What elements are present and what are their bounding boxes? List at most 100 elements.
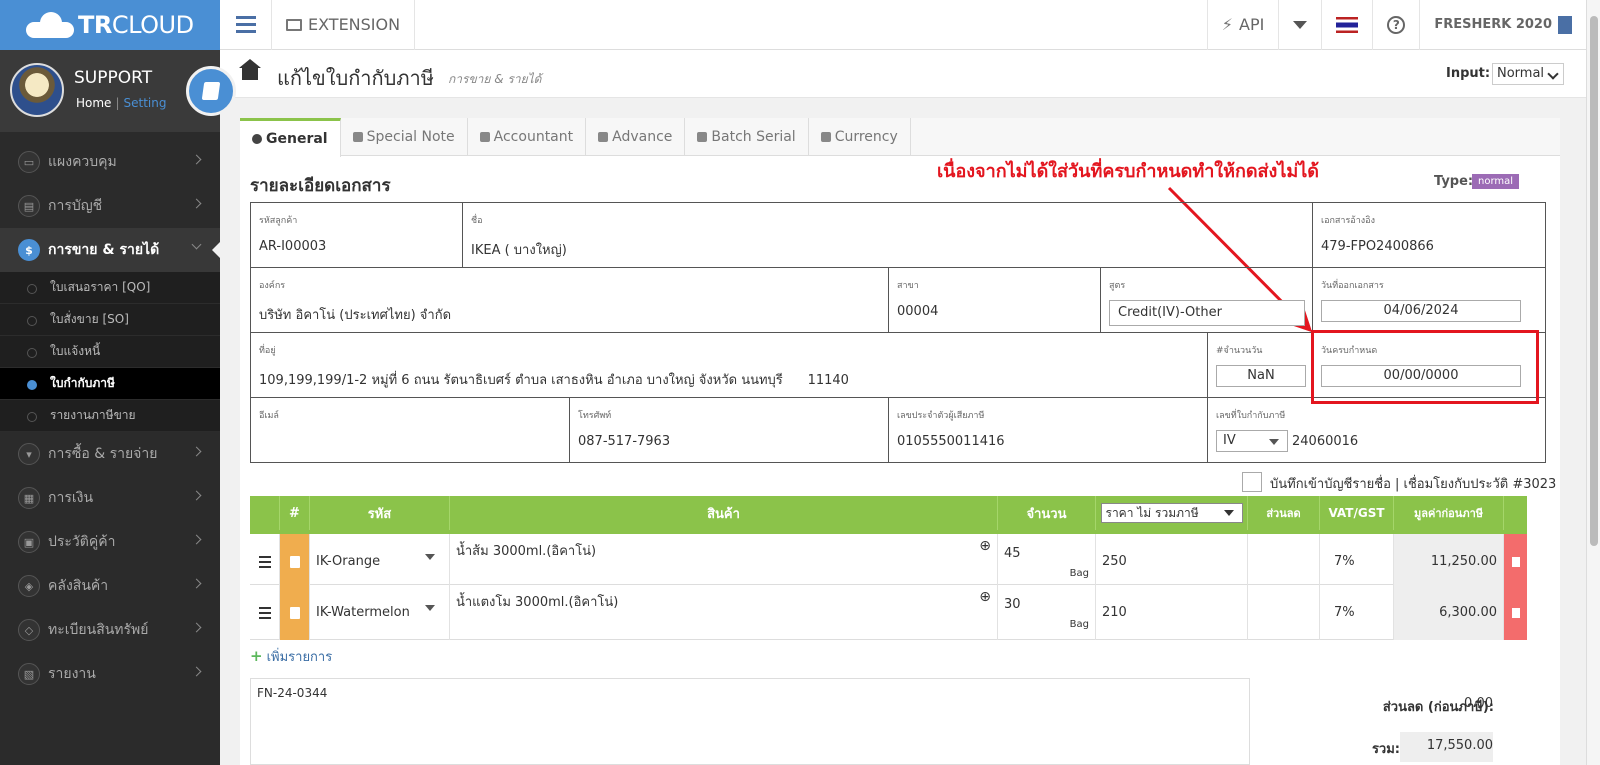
submenu-item-sales-order[interactable]: ใบสั่งขาย [SO] bbox=[0, 304, 220, 336]
header-price-mode-cell: ราคา ไม่ รวมภาษี bbox=[1096, 496, 1248, 530]
invoice-number-cell: เลขที่ใบกำกับภาษี IV 24060016 bbox=[1208, 398, 1546, 463]
item-description: น้ำแตงโม 3000ml.(อิคาโน่) bbox=[456, 595, 619, 610]
sidebar-item-reports[interactable]: ▧ รายงาน bbox=[0, 652, 220, 696]
setting-link[interactable]: Setting bbox=[123, 96, 166, 110]
menu-toggle-button[interactable] bbox=[220, 0, 272, 50]
organization-cell: องค์กร บริษัท อิคาโน่ (ประเทศไทย) จำกัด bbox=[251, 268, 889, 333]
save-contact-label: บันทึกเข้าบัญชีรายชื่อ | เชื่อมโยงกับประ… bbox=[1270, 477, 1557, 492]
tab-accountant[interactable]: Accountant bbox=[468, 118, 587, 156]
delete-row-button[interactable] bbox=[1504, 585, 1527, 640]
sidebar-item-label: ทะเบียนสินทรัพย์ bbox=[48, 622, 149, 638]
plug-icon: ⚡ bbox=[1221, 15, 1233, 34]
sidebar-item-finance[interactable]: ▦ การเงิน bbox=[0, 476, 220, 520]
building-icon bbox=[1558, 15, 1572, 34]
sidebar-item-inventory[interactable]: ◈ คลังสินค้า bbox=[0, 564, 220, 608]
submenu-item-sales-tax-report[interactable]: รายงานภาษีขาย bbox=[0, 400, 220, 432]
monitor-icon: ▭ bbox=[18, 151, 40, 173]
formula-select[interactable]: Credit(IV)-Other bbox=[1109, 300, 1305, 326]
avatar[interactable] bbox=[10, 63, 64, 117]
dollar-icon: $ bbox=[18, 239, 40, 261]
item-qty: 30 bbox=[1004, 597, 1021, 612]
item-description-input[interactable]: น้ำส้ม 3000ml.(อิคาโน่) ⊕ bbox=[450, 534, 998, 589]
api-dropdown-button[interactable] bbox=[1278, 0, 1321, 50]
item-vat-value: 7% bbox=[1334, 605, 1355, 620]
item-vat[interactable]: 7% bbox=[1320, 585, 1394, 640]
tab-currency[interactable]: Currency bbox=[809, 118, 911, 156]
magnify-icon[interactable]: ⊕ bbox=[979, 589, 991, 605]
drag-handle[interactable] bbox=[250, 534, 280, 589]
item-code-select[interactable]: IK-Watermelon bbox=[310, 585, 450, 640]
item-unit: Bag bbox=[1069, 568, 1089, 579]
extension-label: EXTENSION bbox=[308, 15, 401, 34]
submenu-item-invoice[interactable]: ใบแจ้งหนี้ bbox=[0, 336, 220, 368]
item-discount-input[interactable] bbox=[1248, 585, 1320, 640]
sidebar-item-label: แผงควบคุม bbox=[48, 154, 117, 170]
drag-handle[interactable] bbox=[250, 585, 280, 640]
submenu-item-tax-invoice[interactable]: ใบกำกับภาษี bbox=[0, 368, 220, 400]
trash-icon bbox=[1511, 556, 1520, 567]
item-qty: 45 bbox=[1004, 546, 1021, 561]
sidebar-item-dashboard[interactable]: ▭ แผงควบคุม bbox=[0, 140, 220, 184]
item-qty-input[interactable]: 45 Bag bbox=[998, 534, 1096, 589]
api-button[interactable]: ⚡ API bbox=[1206, 0, 1279, 50]
issue-date-input[interactable]: 04/06/2024 bbox=[1321, 300, 1521, 322]
notes-textarea[interactable]: FN-24-0344 bbox=[250, 678, 1250, 765]
sidebar-item-label: การขาย & รายได้ bbox=[48, 242, 160, 258]
home-icon[interactable] bbox=[239, 59, 261, 80]
book-button[interactable] bbox=[186, 66, 236, 116]
copy-row-button[interactable] bbox=[280, 585, 310, 640]
contact-icon: ▣ bbox=[18, 531, 40, 553]
scrollbar-thumb[interactable] bbox=[1590, 16, 1598, 546]
submenu-item-quotation[interactable]: ใบเสนอราคา [QO] bbox=[0, 272, 220, 304]
item-discount-input[interactable] bbox=[1248, 534, 1320, 589]
help-button[interactable]: ? bbox=[1372, 0, 1419, 50]
item-description-input[interactable]: น้ำแตงโม 3000ml.(อิคาโน่) ⊕ bbox=[450, 585, 998, 640]
company-button[interactable]: FRESHERK 2020 bbox=[1419, 0, 1586, 50]
item-price-input[interactable]: 210 bbox=[1096, 585, 1248, 640]
tab-general[interactable]: General bbox=[240, 118, 341, 157]
item-price-input[interactable]: 250 bbox=[1096, 534, 1248, 589]
input-mode-select[interactable]: Normal bbox=[1492, 63, 1564, 85]
cubes-icon: ◈ bbox=[18, 575, 40, 597]
issue-date-cell: วันที่ออกเอกสาร 04/06/2024 bbox=[1313, 268, 1546, 333]
document-details-grid: รหัสลูกค้า AR-I00003 ชื่อ IKEA ( บางใหญ่… bbox=[250, 202, 1546, 463]
extension-button[interactable]: EXTENSION bbox=[272, 0, 416, 50]
tab-advance[interactable]: Advance bbox=[586, 118, 686, 156]
breadcrumb[interactable]: การขาย & รายได้ bbox=[448, 70, 541, 89]
globe-icon bbox=[820, 132, 831, 142]
page-scrollbar[interactable] bbox=[1586, 0, 1600, 765]
item-code-select[interactable]: IK-Orange bbox=[310, 534, 450, 589]
price-mode-select[interactable]: ราคา ไม่ รวมภาษี bbox=[1100, 503, 1243, 523]
sidebar-item-contacts[interactable]: ▣ ประวัติคู่ค้า bbox=[0, 520, 220, 564]
tab-special-note[interactable]: Special Note bbox=[341, 118, 468, 156]
delete-row-button[interactable] bbox=[1504, 534, 1527, 589]
brand-logo[interactable]: TR CLOUD bbox=[0, 0, 220, 50]
invoice-prefix-select[interactable]: IV bbox=[1216, 430, 1288, 452]
invoice-number-label: เลขที่ใบกำกับภาษี bbox=[1216, 411, 1286, 421]
magnify-icon[interactable]: ⊕ bbox=[979, 538, 991, 554]
question-icon: ? bbox=[1387, 15, 1406, 34]
tab-batch-serial[interactable]: Batch Serial bbox=[685, 118, 809, 156]
add-row-button[interactable]: + เพิ่มรายการ bbox=[250, 646, 332, 667]
table-row: IK-Orange น้ำส้ม 3000ml.(อิคาโน่) ⊕ 45 Bag… bbox=[250, 530, 1527, 589]
email-cell: อีเมล์ bbox=[251, 398, 570, 463]
item-qty-input[interactable]: 30 Bag bbox=[998, 585, 1096, 640]
formula-label: สูตร bbox=[1109, 281, 1126, 291]
home-link[interactable]: Home bbox=[76, 96, 111, 110]
invoice-prefix-value: IV bbox=[1223, 433, 1236, 448]
sidebar-item-sales[interactable]: $ การขาย & รายได้ bbox=[0, 228, 220, 272]
sidebar-item-assets[interactable]: ◇ ทะเบียนสินทรัพย์ bbox=[0, 608, 220, 652]
topbar: EXTENSION ⚡ API ? FRESHERK 2020 bbox=[220, 0, 1586, 50]
days-input[interactable]: NaN bbox=[1216, 365, 1306, 387]
copy-row-button[interactable] bbox=[280, 534, 310, 589]
save-contact-checkbox[interactable] bbox=[1242, 472, 1262, 492]
item-vat[interactable]: 7% bbox=[1320, 534, 1394, 589]
language-button[interactable] bbox=[1321, 0, 1372, 50]
issue-date-label: วันที่ออกเอกสาร bbox=[1321, 281, 1384, 291]
report-icon: ▧ bbox=[18, 663, 40, 685]
sidebar-item-purchase[interactable]: ▾ การซื้อ & รายจ่าย bbox=[0, 432, 220, 476]
customer-name-value: IKEA ( บางใหญ่) bbox=[471, 243, 567, 258]
sidebar-item-accounting[interactable]: ▤ การบัญชี bbox=[0, 184, 220, 228]
book-icon bbox=[201, 82, 221, 100]
caret-down-icon bbox=[1293, 20, 1308, 29]
